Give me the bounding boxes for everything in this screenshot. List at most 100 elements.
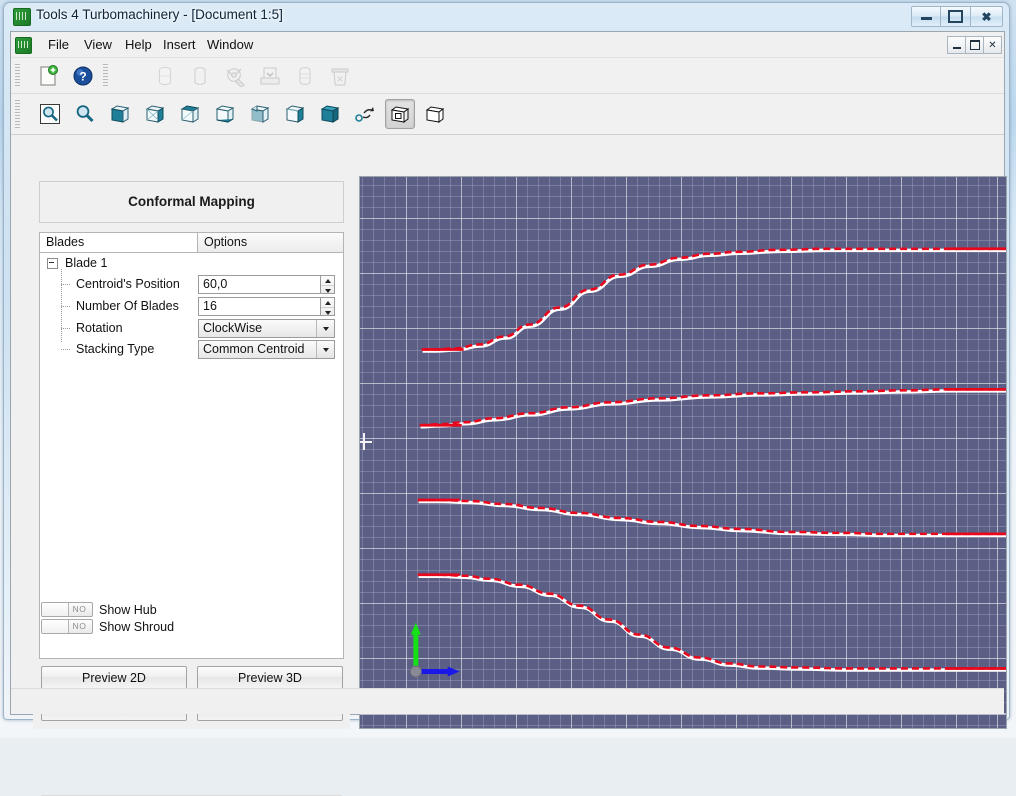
zoom-fit-button[interactable] — [70, 99, 100, 129]
view-back-icon — [143, 102, 167, 126]
number-of-blades-stepper[interactable] — [321, 297, 335, 316]
tab-strip: Blades Options — [39, 232, 344, 253]
delete-button[interactable] — [326, 62, 354, 90]
toggle-knob — [42, 603, 69, 616]
status-bar — [11, 688, 1004, 714]
menu-window[interactable]: Window — [198, 32, 262, 58]
tab-options[interactable]: Options — [197, 232, 344, 253]
mdi-client-area: File View Help Insert Window ✕ — [10, 31, 1005, 715]
help-button[interactable]: ? — [69, 62, 97, 90]
rotation-select[interactable]: ClockWise — [198, 319, 335, 338]
show-shroud-state: NO — [67, 620, 92, 633]
solid-button[interactable] — [186, 62, 214, 90]
tree-branch — [61, 349, 71, 350]
tab-blades[interactable]: Blades — [39, 232, 198, 253]
mdi-restore-icon — [970, 40, 980, 50]
view-toolbar — [11, 94, 1004, 135]
window-close-button[interactable]: ✖ — [970, 6, 1003, 27]
zoom-fit-icon — [74, 103, 96, 125]
back-view-button[interactable] — [140, 99, 170, 129]
mesh-button[interactable] — [291, 62, 319, 90]
preview-2d-button[interactable]: Preview 2D — [41, 666, 187, 689]
number-of-blades-input[interactable]: 16 — [198, 297, 321, 316]
property-row-centroid-position[interactable]: Centroid's Position 60,0 — [40, 274, 343, 295]
stepper-down-icon[interactable] — [321, 285, 334, 295]
cylinder-faint-icon — [156, 66, 174, 86]
stepper-up-icon[interactable] — [321, 298, 334, 307]
front-view-button[interactable] — [105, 99, 135, 129]
top-view-button[interactable] — [175, 99, 205, 129]
stepper-down-icon[interactable] — [321, 307, 334, 317]
export-button[interactable] — [256, 62, 284, 90]
window-title: Tools 4 Turbomachinery - [Document 1:5] — [36, 7, 283, 22]
document-logo-icon — [15, 37, 32, 54]
menu-view[interactable]: View — [75, 32, 121, 58]
centroid-position-stepper[interactable] — [321, 275, 335, 294]
preview-3d-button[interactable]: Preview 3D — [197, 666, 343, 689]
zoom-window-button[interactable] — [35, 99, 65, 129]
blade-section-curve — [418, 575, 1006, 669]
add-component-button[interactable] — [151, 62, 179, 90]
toolbar-grip-2[interactable] — [103, 64, 108, 88]
page-title: Conformal Mapping — [40, 194, 343, 209]
collapse-icon[interactable] — [47, 258, 58, 269]
shaded-box-icon — [389, 103, 411, 125]
isometric-view-button[interactable] — [315, 99, 345, 129]
tree-root-row[interactable]: Blade 1 — [40, 253, 343, 274]
chevron-down-icon[interactable] — [316, 320, 334, 337]
view-front-icon — [108, 102, 132, 126]
mdi-close-button[interactable]: ✕ — [983, 36, 1002, 54]
right-view-button[interactable] — [280, 99, 310, 129]
show-hub-toggle[interactable]: NO — [41, 602, 93, 617]
zoom-window-icon — [39, 103, 61, 125]
chevron-down-icon[interactable] — [316, 341, 334, 358]
3d-viewport[interactable] — [359, 176, 1007, 729]
toolbar-grip[interactable] — [15, 64, 20, 88]
mdi-close-icon: ✕ — [988, 40, 996, 51]
title-bar: Tools 4 Turbomachinery - [Document 1:5] … — [4, 3, 1009, 29]
stacking-type-select[interactable]: Common Centroid — [198, 340, 335, 359]
blade-section-highlight — [419, 576, 1006, 670]
property-label: Number Of Blades — [76, 299, 179, 313]
tree-branch — [61, 284, 71, 285]
stacking-type-value: Common Centroid — [203, 342, 304, 356]
tree-branch — [61, 306, 71, 307]
bottom-view-button[interactable] — [210, 99, 240, 129]
crosshair-icon — [359, 433, 372, 450]
property-row-number-of-blades[interactable]: Number Of Blades 16 — [40, 296, 343, 317]
property-label: Centroid's Position — [76, 277, 180, 291]
blade-section-curve — [422, 249, 1006, 350]
show-hub-state: NO — [67, 603, 92, 616]
property-label: Rotation — [76, 321, 123, 335]
left-view-button[interactable] — [245, 99, 275, 129]
main-toolbar: ? — [11, 58, 1004, 94]
new-document-icon — [37, 65, 59, 87]
window-minimize-button[interactable] — [911, 6, 942, 27]
menu-insert[interactable]: Insert — [154, 32, 205, 58]
tree-branch — [61, 328, 71, 329]
property-row-rotation[interactable]: Rotation ClockWise — [40, 318, 343, 339]
mdi-restore-button[interactable] — [965, 36, 984, 54]
property-row-stacking-type[interactable]: Stacking Type Common Centroid — [40, 339, 343, 360]
app-logo-icon — [13, 8, 31, 26]
menu-bar: File View Help Insert Window ✕ — [11, 32, 1004, 58]
blade-section-highlight — [421, 391, 1006, 427]
window-maximize-button[interactable] — [940, 6, 971, 27]
mdi-minimize-button[interactable] — [947, 36, 966, 54]
view-top-icon — [178, 102, 202, 126]
rotate-button[interactable] — [350, 99, 380, 129]
tools-button[interactable] — [221, 62, 249, 90]
view-toolbar-grip[interactable] — [15, 100, 20, 128]
view-iso-icon — [318, 102, 342, 126]
shaded-view-button[interactable] — [385, 99, 415, 129]
menu-file[interactable]: File — [39, 32, 78, 58]
wireframe-box-icon — [424, 103, 446, 125]
show-shroud-toggle[interactable]: NO — [41, 619, 93, 634]
cylinder-icon — [191, 66, 209, 86]
new-document-button[interactable] — [34, 62, 62, 90]
stepper-up-icon[interactable] — [321, 276, 334, 285]
view-bottom-icon — [213, 102, 237, 126]
centroid-position-input[interactable]: 60,0 — [198, 275, 321, 294]
application-window: Tools 4 Turbomachinery - [Document 1:5] … — [3, 2, 1010, 720]
wireframe-view-button[interactable] — [420, 99, 450, 129]
